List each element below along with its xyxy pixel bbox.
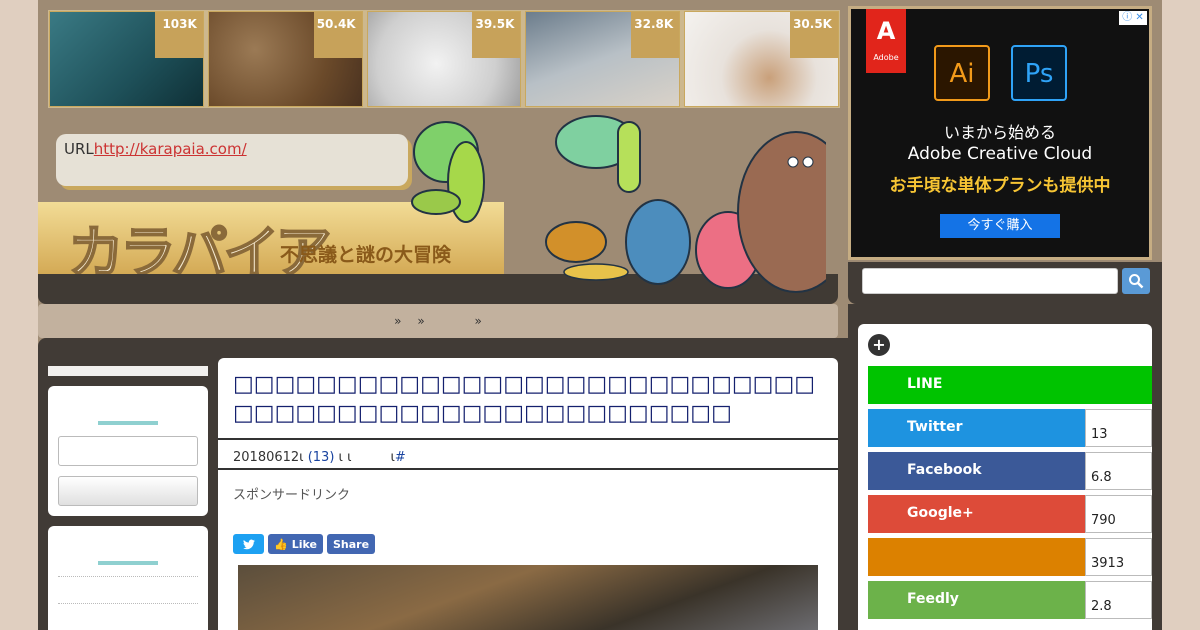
share-counter-row[interactable]: Twitter 13	[868, 409, 1152, 447]
view-count: 50.4K	[313, 12, 362, 58]
share-counter-row[interactable]: Google+ 790	[868, 495, 1152, 533]
url-box: URLhttp://karapaia.com/	[56, 134, 408, 186]
popular-thumbnails: 103K 50.4K 39.5K 32.8K 30.5K	[48, 10, 840, 108]
meta-mark: ι	[299, 450, 304, 465]
ad-headline-2: Adobe Creative Cloud	[907, 144, 1093, 164]
url-prefix: URL	[64, 140, 94, 158]
breadcrumb-separator: »	[417, 314, 425, 328]
share-counter-row[interactable]: Facebook 6.8	[868, 452, 1152, 490]
breadcrumb-nav: » » »	[38, 304, 838, 338]
article-date: 20180612	[233, 450, 300, 465]
share-count: 2.8	[1085, 581, 1152, 619]
share-service-label[interactable]: Google+	[868, 495, 1085, 533]
comment-count-link[interactable]: (13)	[308, 450, 335, 465]
twitter-icon	[242, 539, 255, 549]
thumbnail-cat[interactable]: 32.8K	[525, 11, 681, 107]
thumbs-up-icon: 👍	[274, 537, 288, 551]
search-area	[848, 262, 1162, 304]
divider	[58, 603, 198, 604]
share-panel: + LINE Twitter 13 Facebook 6.8 Google+ 790 3913…	[858, 324, 1152, 630]
divider	[58, 576, 198, 577]
share-service-label[interactable]: Facebook	[868, 452, 1085, 490]
widget-accent	[98, 561, 158, 565]
mascot-illustration	[411, 115, 826, 293]
breadcrumb-separator: »	[474, 314, 482, 328]
article-meta: 20180612ι (13) ι ι ι#	[218, 440, 838, 470]
share-count: 13	[1085, 409, 1152, 447]
left-list-widget	[48, 526, 208, 630]
search-icon	[1129, 274, 1144, 289]
share-counter-row[interactable]: LINE	[868, 366, 1152, 404]
share-counter-row[interactable]: 3913	[868, 538, 1152, 576]
widget-accent	[98, 421, 158, 425]
left-search-widget	[48, 386, 208, 516]
expand-plus-icon[interactable]: +	[868, 334, 890, 356]
breadcrumb-separator: »	[394, 314, 402, 328]
right-sidebar: + LINE Twitter 13 Facebook 6.8 Google+ 790 3913…	[848, 304, 1162, 630]
share-count: 3913	[1085, 538, 1152, 576]
ad-brand: Adobe	[873, 53, 899, 62]
sponsored-link-label: スポンサードリンク	[233, 488, 351, 503]
like-label: Like	[291, 537, 317, 551]
view-count: 30.5K	[789, 12, 838, 58]
share-label: Share	[332, 537, 370, 551]
adobe-ad[interactable]: Adobe ⓘ ✕ Ai Ps いまから始める Adobe Creative C…	[848, 6, 1152, 260]
ad-headline-1: いまから始める	[943, 123, 1056, 142]
left-search-input[interactable]	[58, 436, 198, 466]
page: 103K 50.4K 39.5K 32.8K 30.5K URLhttp://k…	[38, 0, 1162, 630]
adobe-logo: Adobe	[866, 9, 906, 73]
left-sidebar-header	[48, 366, 208, 376]
share-service-label[interactable]: LINE	[868, 366, 1152, 404]
article: □□□□□□□□□□□□□□□□□□□□□□□□□□□□□□□□□□□□□□□□…	[218, 358, 838, 630]
ad-choices-icon[interactable]: ⓘ ✕	[1119, 11, 1147, 25]
meta-tail: ι ι ι	[338, 450, 395, 465]
illustrator-icon: Ai	[934, 45, 990, 101]
search-button[interactable]	[1122, 268, 1150, 294]
facebook-like-button[interactable]: 👍 Like	[268, 534, 323, 554]
share-service-label[interactable]	[868, 538, 1085, 576]
article-share-buttons: 👍 Like Share	[233, 534, 376, 554]
view-count: 39.5K	[472, 12, 521, 58]
article-title[interactable]: □□□□□□□□□□□□□□□□□□□□□□□□□□□□□□□□□□□□□□□□…	[218, 358, 838, 440]
share-count: 6.8	[1085, 452, 1152, 490]
tag-link[interactable]: #	[395, 450, 406, 465]
thumbnail-child-drawing[interactable]: 30.5K	[684, 11, 839, 107]
thumbnail-dolphin[interactable]: 103K	[49, 11, 204, 107]
share-count: 790	[1085, 495, 1152, 533]
share-service-label[interactable]: Feedly	[868, 581, 1085, 619]
photoshop-icon: Ps	[1011, 45, 1067, 101]
thumbnail-grains[interactable]: 50.4K	[207, 11, 363, 107]
share-counter-row[interactable]: Feedly 2.8	[868, 581, 1152, 619]
ad-buy-button[interactable]: 今すぐ購入	[940, 214, 1060, 238]
article-photo	[238, 565, 818, 630]
left-search-button[interactable]	[58, 476, 198, 506]
view-count: 32.8K	[631, 12, 680, 58]
tweet-button[interactable]	[233, 534, 264, 554]
facebook-share-button[interactable]: Share	[326, 534, 376, 554]
ad-headline-3: お手頃な単体プランも提供中	[889, 176, 1111, 196]
thumbnail-dog-cat[interactable]: 39.5K	[366, 11, 522, 107]
search-input[interactable]	[862, 268, 1118, 294]
view-count: 103K	[154, 12, 203, 58]
site-url-link[interactable]: http://karapaia.com/	[94, 140, 247, 158]
share-service-label[interactable]: Twitter	[868, 409, 1085, 447]
